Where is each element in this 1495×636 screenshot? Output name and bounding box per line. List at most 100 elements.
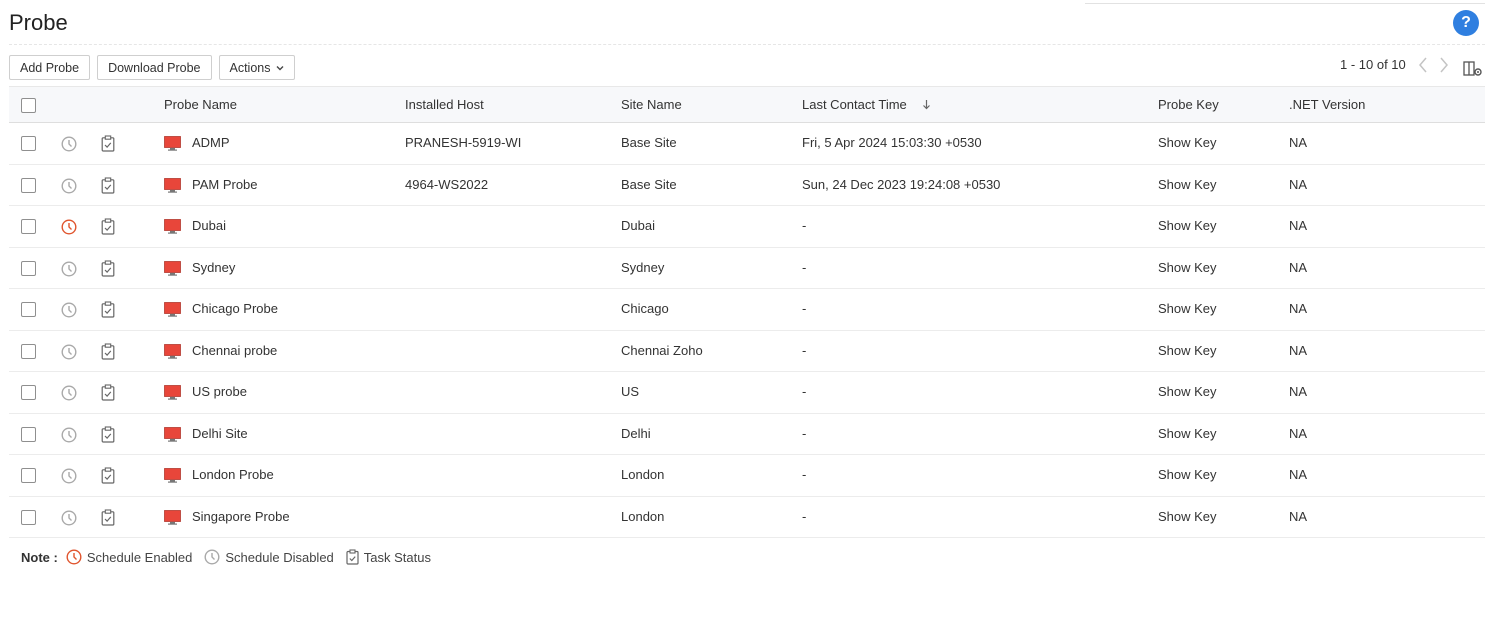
- download-probe-button[interactable]: Download Probe: [97, 55, 212, 80]
- monitor-icon: [164, 343, 181, 359]
- cell-site-name: Base Site: [621, 135, 677, 150]
- cell-net-version: NA: [1289, 384, 1308, 399]
- cell-net-version: NA: [1289, 425, 1308, 441]
- clipboard-check-icon[interactable]: [101, 135, 115, 152]
- show-key-link[interactable]: Show Key: [1158, 218, 1217, 233]
- cell-last-contact-time: -: [802, 342, 807, 358]
- cell-site-name: Dubai: [621, 218, 655, 233]
- cell-site-name: Base Site: [621, 176, 677, 192]
- row-checkbox[interactable]: [21, 509, 36, 525]
- cell-last-contact-time: Fri, 5 Apr 2024 15:03:30 +0530: [802, 135, 982, 150]
- clipboard-check-icon[interactable]: [101, 218, 115, 235]
- clipboard-check-icon[interactable]: [101, 425, 115, 443]
- cell-site-name: Sydney: [621, 259, 665, 275]
- clipboard-check-icon[interactable]: [101, 342, 115, 360]
- clock-icon[interactable]: [61, 343, 77, 360]
- monitor-icon: [164, 509, 181, 525]
- row-checkbox[interactable]: [21, 177, 36, 193]
- cell-net-version: NA: [1289, 259, 1308, 275]
- row-checkbox[interactable]: [21, 468, 36, 483]
- cell-last-contact-time: -: [802, 218, 807, 233]
- clock-icon[interactable]: [61, 385, 77, 401]
- header-net-version[interactable]: .NET Version: [1289, 97, 1365, 112]
- row-checkbox[interactable]: [21, 343, 36, 359]
- header-probe-name[interactable]: Probe Name: [164, 97, 237, 112]
- cell-installed-host: 4964-WS2022: [405, 176, 489, 192]
- show-key-link[interactable]: Show Key: [1158, 426, 1217, 441]
- clock-icon[interactable]: [61, 468, 77, 484]
- show-key-link[interactable]: Show Key: [1158, 177, 1217, 192]
- header-last-contact-time[interactable]: Last Contact Time: [802, 97, 931, 113]
- show-key-link[interactable]: Show Key: [1158, 384, 1217, 399]
- chevron-left-icon[interactable]: [1416, 56, 1430, 74]
- clock-icon[interactable]: [61, 260, 77, 277]
- column-settings-icon[interactable]: [1463, 60, 1483, 78]
- table-row: Chennai probe Chennai Zoho - Show Key NA: [9, 331, 1485, 372]
- clipboard-check-icon[interactable]: [101, 384, 115, 401]
- show-key-link[interactable]: Show Key: [1158, 343, 1217, 358]
- cell-last-contact-time: -: [802, 467, 807, 482]
- row-checkbox[interactable]: [21, 219, 36, 234]
- table-row: Sydney Sydney - Show Key NA: [9, 248, 1485, 289]
- header-probe-key[interactable]: Probe Key: [1158, 97, 1219, 112]
- show-key-link[interactable]: Show Key: [1158, 135, 1217, 150]
- row-checkbox[interactable]: [21, 260, 36, 276]
- clock-icon: [66, 549, 82, 565]
- clipboard-check-icon[interactable]: [101, 259, 115, 277]
- cell-net-version: NA: [1289, 135, 1308, 150]
- cell-probe-name: PAM Probe: [192, 176, 258, 192]
- clock-icon[interactable]: [61, 426, 77, 443]
- clock-icon[interactable]: [61, 219, 77, 235]
- probe-table: Probe Name Installed Host Site Name Last…: [9, 86, 1485, 538]
- legend-schedule-disabled: Schedule Disabled: [204, 549, 334, 565]
- cell-net-version: NA: [1289, 176, 1308, 192]
- show-key-link[interactable]: Show Key: [1158, 301, 1217, 316]
- cell-site-name: US: [621, 384, 640, 399]
- actions-label: Actions: [229, 60, 271, 75]
- monitor-icon: [164, 468, 181, 483]
- cell-probe-name: ADMP: [192, 135, 230, 150]
- monitor-icon: [164, 302, 181, 317]
- cell-site-name: Delhi: [621, 425, 651, 441]
- select-all-checkbox[interactable]: [21, 98, 36, 113]
- cell-net-version: NA: [1289, 467, 1308, 482]
- clock-icon[interactable]: [61, 177, 77, 194]
- clock-icon[interactable]: [61, 509, 77, 526]
- monitor-icon: [164, 260, 181, 276]
- help-button[interactable]: ?: [1453, 10, 1479, 36]
- legend-note: Note : Schedule Enabled Schedule Disable…: [21, 549, 443, 565]
- row-checkbox[interactable]: [21, 426, 36, 442]
- cell-last-contact-time: -: [802, 301, 807, 316]
- toolbar: Add Probe Download Probe Actions: [9, 55, 295, 80]
- add-probe-button[interactable]: Add Probe: [9, 55, 91, 80]
- clipboard-check-icon[interactable]: [101, 301, 115, 318]
- clock-icon[interactable]: [61, 302, 77, 318]
- actions-dropdown[interactable]: Actions: [218, 55, 295, 80]
- show-key-link[interactable]: Show Key: [1158, 467, 1217, 482]
- note-label: Note :: [21, 549, 58, 565]
- show-key-link[interactable]: Show Key: [1158, 509, 1217, 524]
- table-body: ADMP PRANESH-5919-WI Base Site Fri, 5 Ap…: [9, 123, 1485, 538]
- table-row: Singapore Probe London - Show Key NA: [9, 497, 1485, 538]
- show-key-link[interactable]: Show Key: [1158, 260, 1217, 275]
- row-checkbox[interactable]: [21, 136, 36, 151]
- clipboard-check-icon[interactable]: [101, 176, 115, 194]
- row-checkbox[interactable]: [21, 302, 36, 317]
- clipboard-check-icon[interactable]: [101, 508, 115, 526]
- header-installed-host[interactable]: Installed Host: [405, 97, 484, 112]
- clipboard-check-icon[interactable]: [101, 467, 115, 484]
- cell-probe-name: US probe: [192, 384, 247, 399]
- cell-site-name: London: [621, 467, 665, 482]
- clock-icon[interactable]: [61, 136, 77, 152]
- header-site-name[interactable]: Site Name: [621, 97, 682, 112]
- cell-probe-name: London Probe: [192, 467, 274, 482]
- clock-icon: [204, 549, 220, 565]
- monitor-icon: [164, 426, 181, 442]
- row-checkbox[interactable]: [21, 385, 36, 400]
- chevron-right-icon[interactable]: [1437, 56, 1451, 74]
- legend-task-status: Task Status: [346, 549, 431, 565]
- top-divider: [1085, 3, 1485, 4]
- legend-task-status-label: Task Status: [363, 549, 431, 565]
- cell-site-name: London: [621, 508, 665, 524]
- arrow-down-icon: [922, 98, 931, 113]
